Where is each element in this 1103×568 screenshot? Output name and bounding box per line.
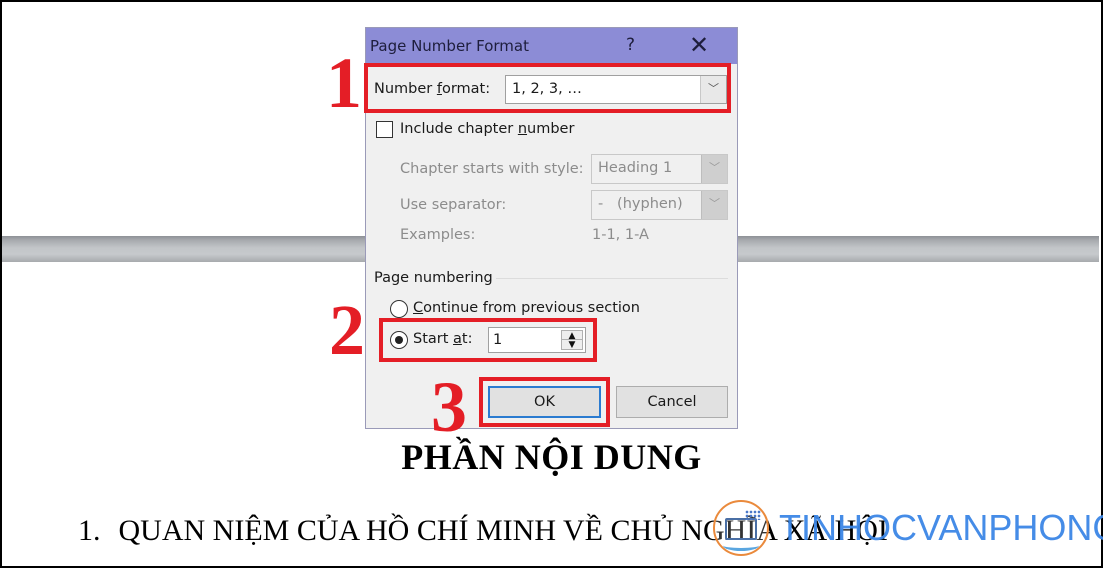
page-number-format-dialog: Page Number Format ? ✕ Number format: 1,…: [364, 27, 738, 429]
chapter-style-value: Heading 1: [598, 160, 673, 176]
step-3-annotation: 3: [431, 367, 467, 447]
step-1-annotation: 1: [326, 43, 362, 123]
examples-label: Examples:: [400, 227, 476, 243]
cancel-button[interactable]: Cancel: [616, 386, 728, 418]
continue-previous-label[interactable]: Continue from previous section: [413, 300, 640, 316]
watermark-text: TINHOCVANPHONG: [779, 507, 1103, 548]
separator-label: Use separator:: [400, 197, 507, 213]
watermark: TINHOCVANPHONG: [713, 497, 1103, 559]
separator-select[interactable]: - (hyphen) ﹀: [591, 190, 728, 220]
help-icon[interactable]: ?: [626, 35, 635, 55]
continue-previous-radio[interactable]: [390, 300, 408, 318]
include-chapter-label[interactable]: Include chapter number: [400, 121, 574, 137]
chapter-style-label: Chapter starts with style:: [400, 161, 584, 177]
page-numbering-group-label: Page numbering: [374, 270, 493, 286]
highlight-ok-button: [479, 377, 610, 427]
include-chapter-checkbox[interactable]: [376, 121, 393, 138]
step-2-annotation: 2: [329, 290, 365, 370]
chevron-down-icon[interactable]: ﹀: [701, 155, 727, 183]
group-divider: [496, 278, 728, 279]
heading-number: 1.: [78, 514, 101, 547]
close-icon[interactable]: ✕: [689, 31, 709, 59]
monitor-logo-icon: [713, 500, 769, 556]
highlight-start-at: [379, 318, 597, 362]
chapter-style-select[interactable]: Heading 1 ﹀: [591, 154, 728, 184]
dialog-title: Page Number Format: [370, 37, 529, 55]
chevron-down-icon[interactable]: ﹀: [701, 191, 727, 219]
examples-value: 1-1, 1-A: [592, 227, 649, 243]
document-title: PHẦN NỘI DUNG: [401, 437, 702, 477]
separator-value: - (hyphen): [598, 196, 683, 212]
highlight-number-format: [364, 63, 731, 113]
dialog-titlebar[interactable]: Page Number Format ? ✕: [366, 28, 737, 64]
